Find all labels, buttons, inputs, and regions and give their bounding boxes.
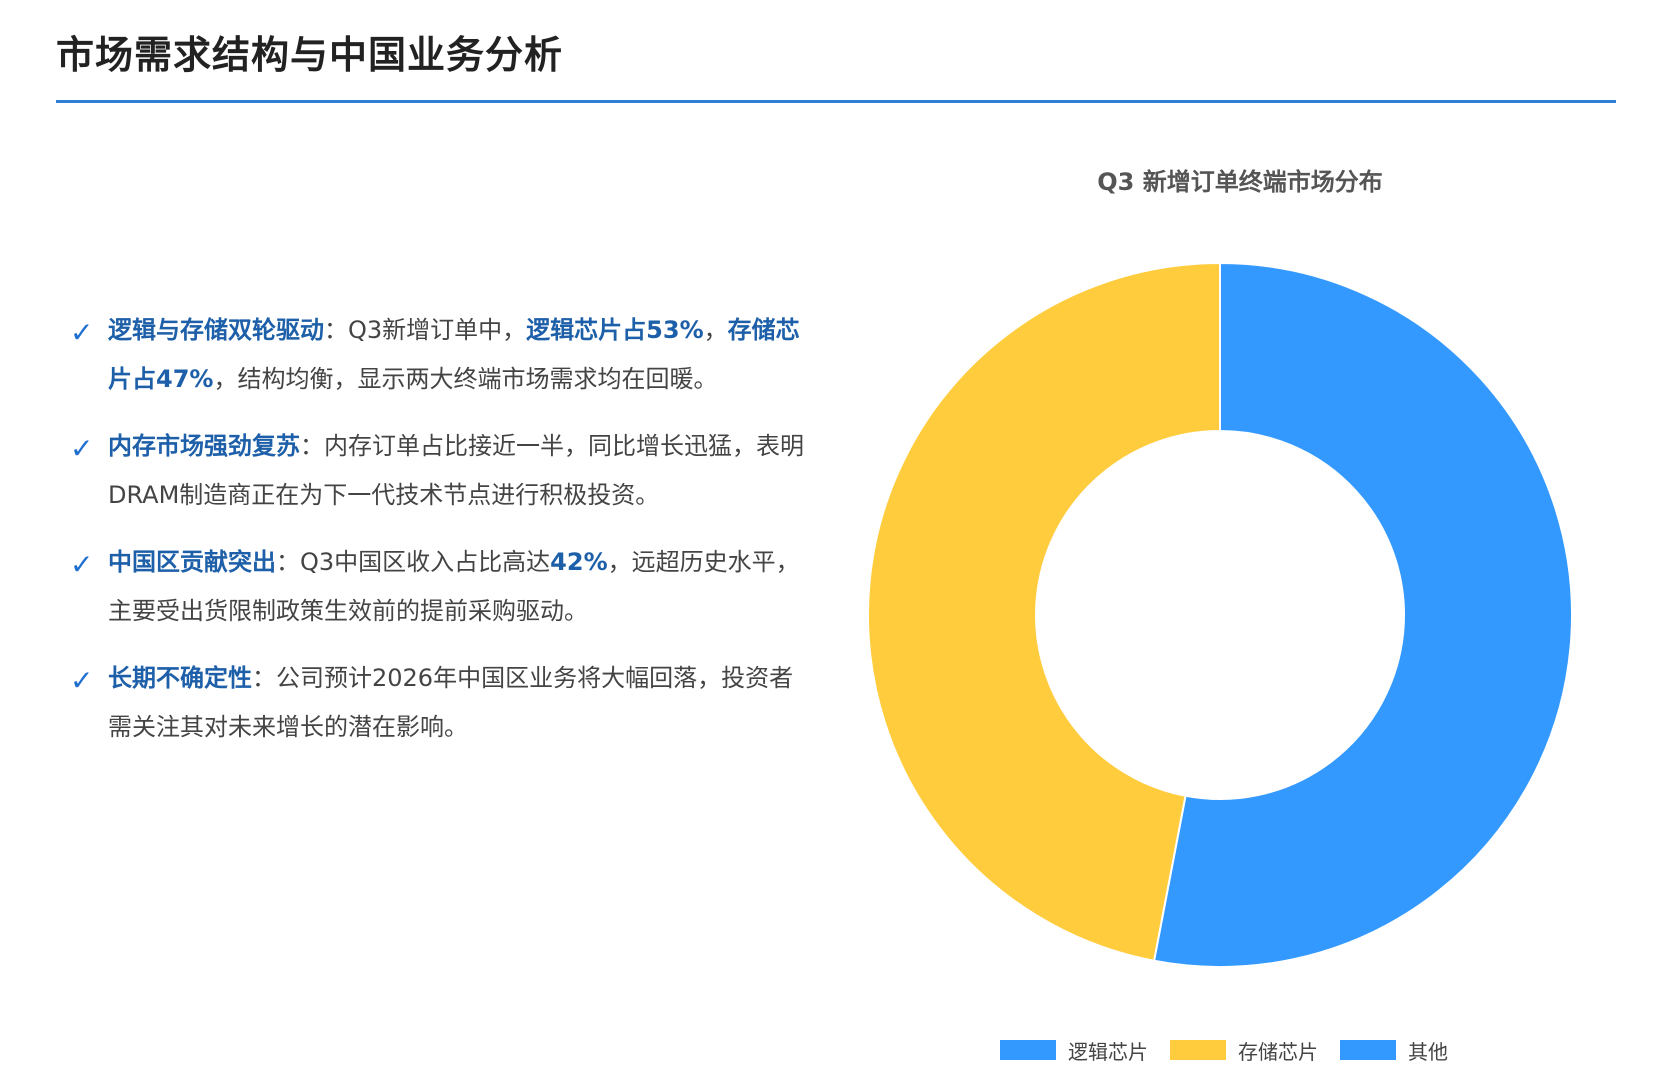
- key-point-text: ：Q3新增订单中，: [324, 316, 527, 344]
- key-point-heading: 内存市场强劲复苏: [108, 432, 300, 460]
- legend-item-logic[interactable]: 逻辑芯片: [1000, 1036, 1148, 1065]
- donut-chart: [867, 261, 1573, 968]
- check-icon: ✓: [70, 664, 94, 697]
- check-icon: ✓: [70, 548, 94, 581]
- legend-swatch: [1340, 1040, 1396, 1060]
- legend-item-memory[interactable]: 存储芯片: [1170, 1036, 1318, 1065]
- key-point-text: ，: [703, 316, 728, 344]
- key-point-item: ✓ 内存市场强劲复苏：内存订单占比接近一半，同比增长迅猛，表明DRAM制造商正在…: [66, 422, 806, 520]
- donut-slice-memory[interactable]: [867, 261, 1221, 962]
- chart-title: Q3 新增订单终端市场分布: [1097, 168, 1383, 196]
- key-point-item: ✓ 长期不确定性：公司预计2026年中国区业务将大幅回落，投资者需关注其对未来增…: [66, 654, 806, 752]
- key-point-heading: 中国区贡献突出: [108, 548, 276, 576]
- key-point-highlight: 42%: [550, 548, 608, 576]
- legend-label: 其他: [1408, 1039, 1448, 1064]
- key-point-heading: 逻辑与存储双轮驱动: [108, 316, 324, 344]
- check-icon: ✓: [70, 432, 94, 465]
- title-divider: [56, 100, 1616, 103]
- page-title: 市场需求结构与中国业务分析: [56, 33, 564, 77]
- key-points-list: ✓ 逻辑与存储双轮驱动：Q3新增订单中，逻辑芯片占53%，存储芯片占47%，结构…: [66, 306, 806, 770]
- check-icon: ✓: [70, 316, 94, 349]
- legend-label: 逻辑芯片: [1068, 1039, 1148, 1064]
- legend-item-other[interactable]: 其他: [1340, 1036, 1448, 1065]
- key-point-item: ✓ 中国区贡献突出：Q3中国区收入占比高达42%，远超历史水平，主要受出货限制政…: [66, 538, 806, 636]
- chart-legend: 逻辑芯片 存储芯片 其他: [1000, 1035, 1470, 1065]
- legend-swatch: [1000, 1040, 1056, 1060]
- legend-swatch: [1170, 1040, 1226, 1060]
- key-point-item: ✓ 逻辑与存储双轮驱动：Q3新增订单中，逻辑芯片占53%，存储芯片占47%，结构…: [66, 306, 806, 404]
- key-point-text: ：Q3中国区收入占比高达: [276, 548, 551, 576]
- legend-label: 存储芯片: [1238, 1039, 1318, 1064]
- key-point-highlight: 逻辑芯片占53%: [526, 316, 704, 344]
- key-point-text: ，结构均衡，显示两大终端市场需求均在回暖。: [213, 365, 718, 393]
- key-point-heading: 长期不确定性: [108, 664, 252, 692]
